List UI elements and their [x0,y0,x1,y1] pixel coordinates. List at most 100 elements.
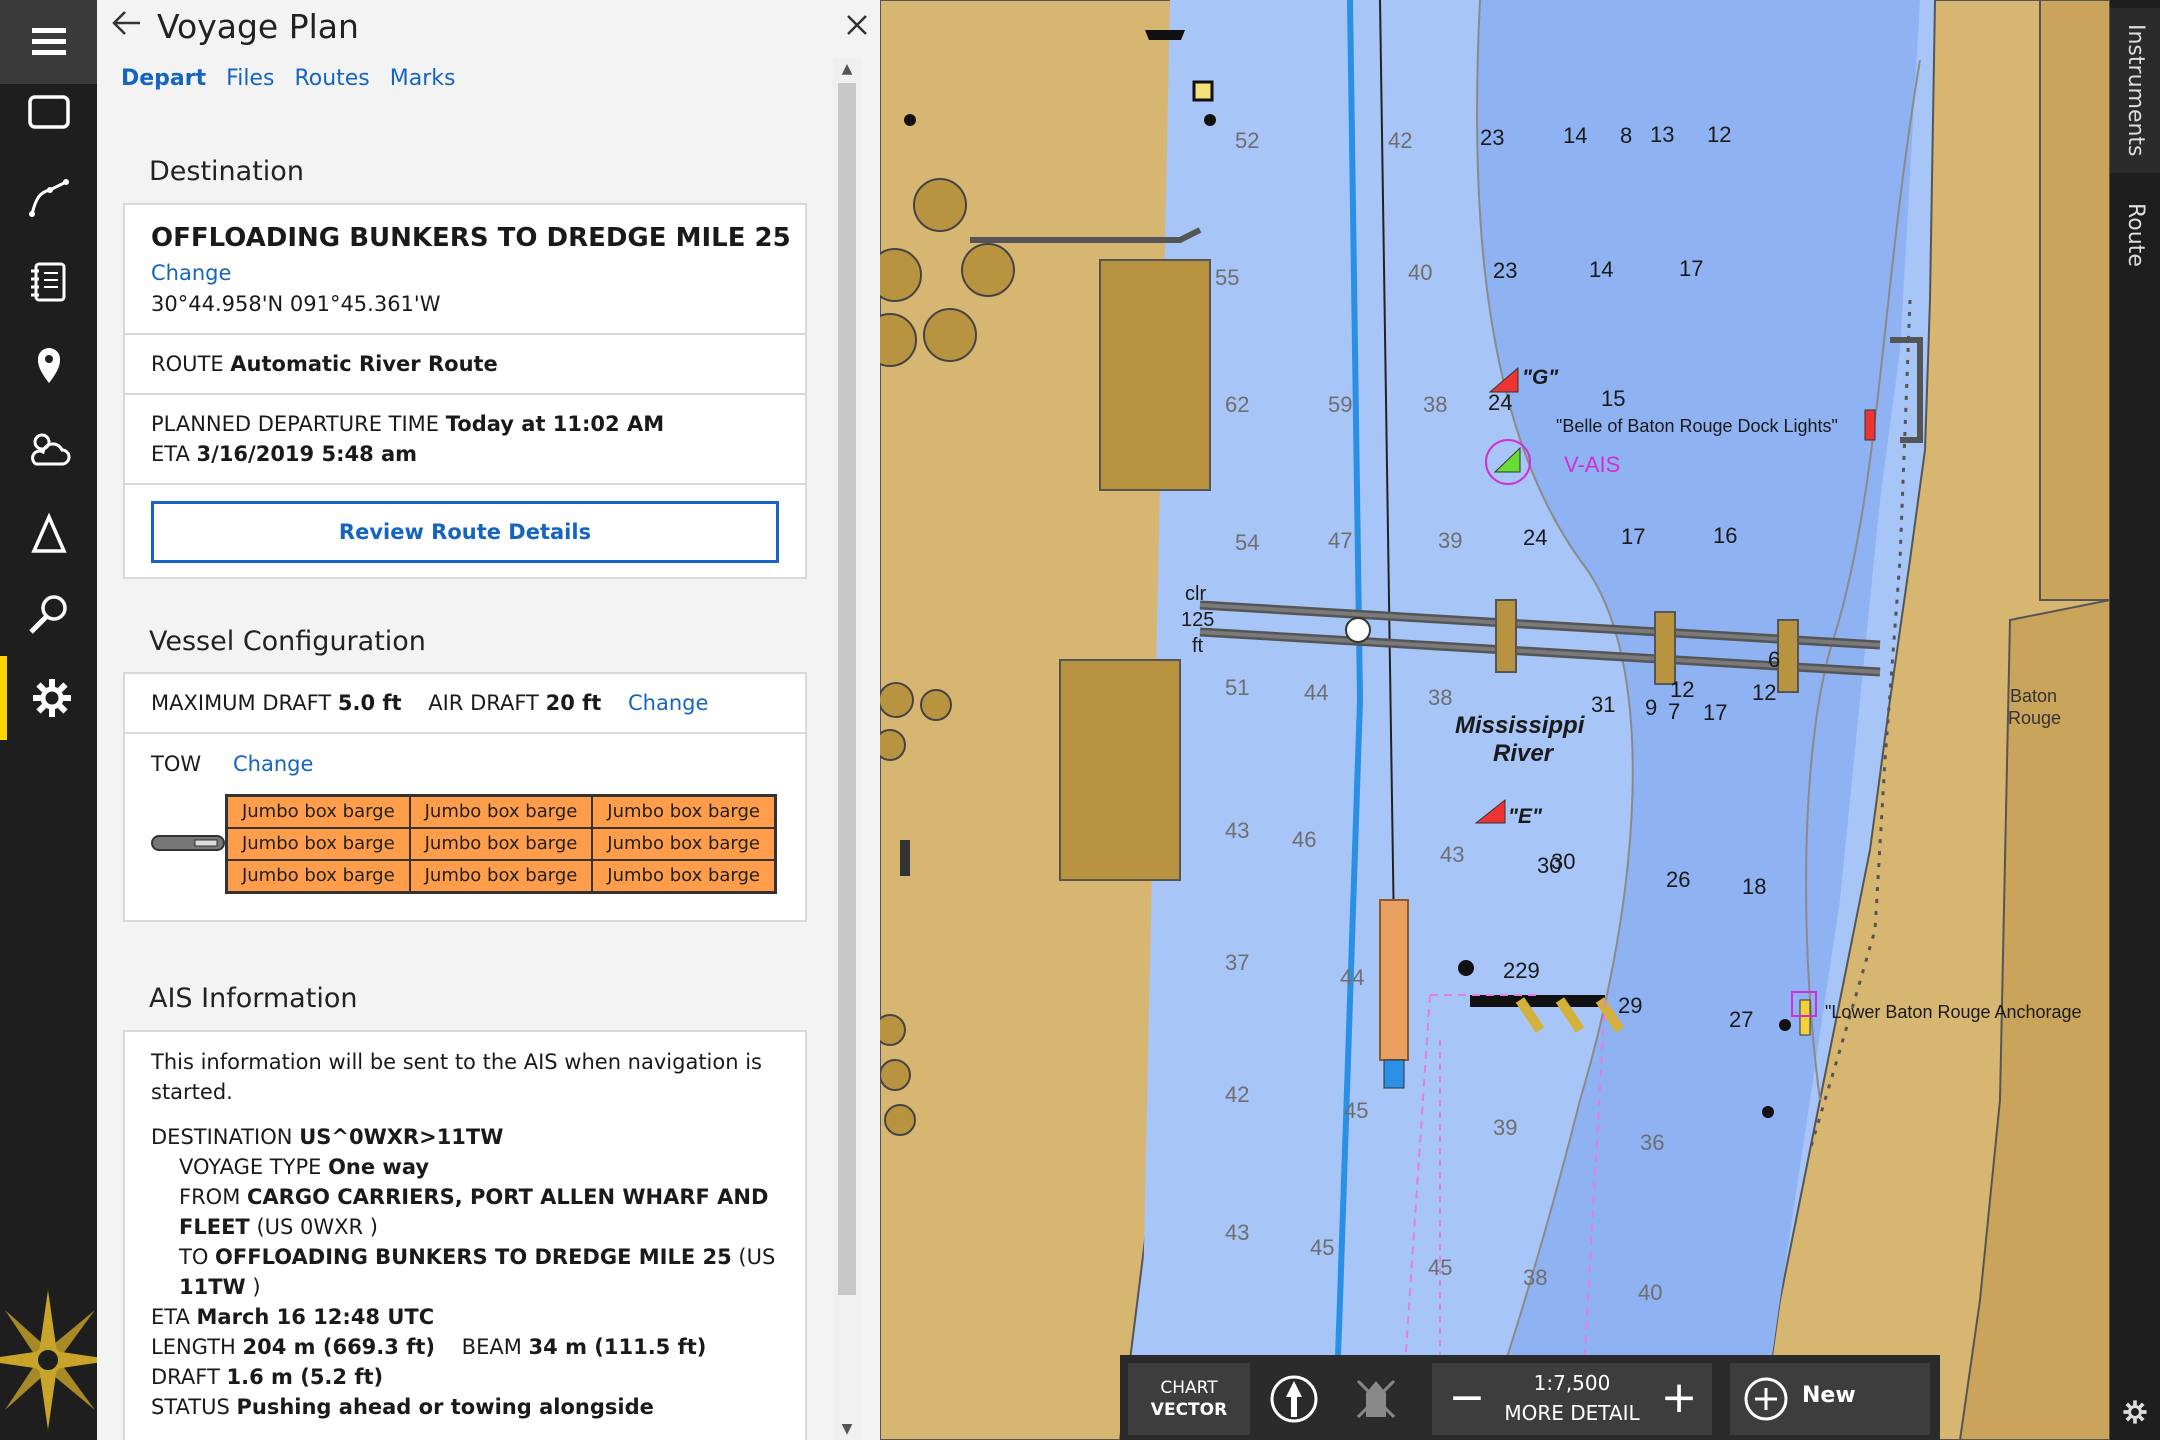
ais-from-line: FROM CARGO CARRIERS, PORT ALLEN WHARF AN… [179,1185,768,1209]
plus-circle-icon [1744,1377,1788,1421]
bridge-ft: ft [1192,635,1204,657]
panel-header: Voyage Plan [97,0,880,55]
barge[interactable]: Jumbo box barge [409,828,593,860]
delta-icon[interactable] [0,492,97,576]
vais-label: V-AIS [1564,452,1620,477]
draft-change-link[interactable]: Change [628,691,708,715]
page-title: Voyage Plan [157,7,359,46]
route-line: ROUTE Automatic River Route [151,352,498,376]
scroll-down-icon[interactable]: ▼ [833,1418,861,1440]
barge[interactable]: Jumbo box barge [227,828,410,860]
city-name-1: Baton [2010,686,2057,706]
length-value: 204 m (669.3 ft) [242,1335,435,1359]
svg-text:29: 29 [1618,993,1642,1018]
review-route-button[interactable]: Review Route Details [151,501,779,563]
svg-text:38: 38 [1428,685,1452,710]
barge[interactable]: Jumbo box barge [592,828,775,860]
svg-text:55: 55 [1215,265,1239,290]
svg-text:43: 43 [1225,1220,1249,1245]
tab-instruments[interactable]: Instruments [2110,8,2160,173]
svg-text:27: 27 [1729,1007,1753,1032]
zoom-control: − 1:7,500 MORE DETAIL + [1432,1363,1712,1435]
route-icon[interactable] [0,155,97,239]
destination-card: OFFLOADING BUNKERS TO DREDGE MILE 25 Cha… [123,203,807,579]
tab-files[interactable]: Files [226,66,274,100]
tab-routes[interactable]: Routes [294,66,369,100]
settings-icon[interactable] [0,656,97,740]
beam-value: 34 m (111.5 ft) [528,1335,707,1359]
nautical-chart[interactable]: 52 55 62 54 51 43 37 42 43 42 40 38 39 47 59 44 38 4… [880,0,2110,1440]
zoom-out-button[interactable]: − [1442,1373,1492,1423]
svg-text:43: 43 [1225,818,1249,843]
to-value: OFFLOADING BUNKERS TO DREDGE MILE 25 [215,1245,732,1269]
scroll-up-icon[interactable]: ▲ [833,58,861,80]
river-name-1: Mississippi [1455,712,1586,739]
svg-text:16: 16 [1713,523,1737,548]
scroll-thumb[interactable] [838,83,856,1295]
tab-depart[interactable]: Depart [121,66,206,100]
location-pin-icon[interactable] [0,322,97,406]
panel-scrollbar[interactable]: ▲ ▼ [833,58,861,1440]
barge[interactable]: Jumbo box barge [227,796,410,828]
svg-text:17: 17 [1703,700,1727,725]
ais-eta-label: ETA [151,1305,190,1329]
ais-to-line: TO OFFLOADING BUNKERS TO DREDGE MILE 25 … [179,1245,775,1269]
air-draft-value: 20 ft [545,691,602,715]
eta-value: 3/16/2019 5:48 am [196,442,418,466]
svg-text:14: 14 [1589,257,1613,282]
svg-text:8: 8 [1620,123,1632,148]
tab-route[interactable]: Route [2110,185,2160,285]
ais-card: This information will be sent to the AIS… [123,1030,807,1440]
barge[interactable]: Jumbo box barge [409,796,593,828]
chart-frame-icon[interactable] [0,70,97,154]
ais-intro-2: started. [151,1080,233,1104]
back-arrow-icon[interactable] [107,6,147,46]
barge[interactable]: Jumbo box barge [227,860,410,892]
barge[interactable]: Jumbo box barge [592,860,775,892]
departure-row[interactable]: PLANNED DEPARTURE TIME Today at 11:02 AM… [125,395,805,485]
search-icon[interactable] [0,572,97,656]
svg-text:51: 51 [1225,675,1249,700]
departure-value: Today at 11:02 AM [445,412,665,436]
svg-text:30: 30 [1551,849,1575,874]
new-label: New [1802,1383,1856,1408]
dock-lights-label: "Belle of Baton Rouge Dock Lights" [1556,416,1838,436]
barge[interactable]: Jumbo box barge [592,796,775,828]
close-icon[interactable] [837,8,877,48]
max-draft-value: 5.0 ft [337,691,402,715]
barge-grid[interactable]: Jumbo box barge Jumbo box barge Jumbo bo… [225,794,777,894]
ais-eta-value: March 16 12:48 UTC [196,1305,435,1329]
bridge-clr: clr [1185,583,1206,605]
nav-rail [0,0,97,1440]
from-code: (US 0WXR ) [256,1215,378,1239]
ais-draft-line: DRAFT 1.6 m (5.2 ft) [151,1365,383,1389]
compass-rose-icon [0,1270,97,1440]
new-button[interactable]: New [1730,1363,1930,1435]
more-detail-label: MORE DETAIL [1504,1401,1640,1425]
route-row[interactable]: ROUTE Automatic River Route [125,335,805,395]
svg-text:39: 39 [1438,528,1462,553]
from-value-1: CARGO CARRIERS, PORT ALLEN WHARF AND [247,1185,769,1209]
tow-change-link[interactable]: Change [233,752,313,776]
tracking-off-icon[interactable] [1350,1363,1422,1435]
eta-label: ETA [151,442,190,466]
zoom-in-button[interactable]: + [1654,1373,1704,1423]
ais-draft-label: DRAFT [151,1365,220,1389]
chart-mode-button[interactable]: CHART VECTOR [1128,1363,1250,1435]
ais-eta-line: ETA March 16 12:48 UTC [151,1305,434,1329]
destination-change-link[interactable]: Change [151,261,231,285]
ais-status-line: STATUS Pushing ahead or towing alongside [151,1395,654,1419]
logbook-icon[interactable] [0,240,97,324]
tab-marks[interactable]: Marks [390,66,456,100]
to-code-3: ) [245,1275,261,1299]
settings-small-icon[interactable] [2121,1398,2149,1426]
weather-icon[interactable] [0,407,97,491]
north-up-icon[interactable] [1268,1363,1340,1435]
svg-text:46: 46 [1292,827,1316,852]
draft-line: MAXIMUM DRAFT 5.0 ft AIR DRAFT 20 ft Cha… [151,691,708,715]
ais-destination-label: DESTINATION [151,1125,293,1149]
ais-heading: AIS Information [149,983,358,1014]
chart-canvas[interactable]: 52 55 62 54 51 43 37 42 43 42 40 38 39 47 59 44 38 4… [880,0,2110,1440]
barge[interactable]: Jumbo box barge [409,860,593,892]
max-draft-label: MAXIMUM DRAFT [151,691,332,715]
